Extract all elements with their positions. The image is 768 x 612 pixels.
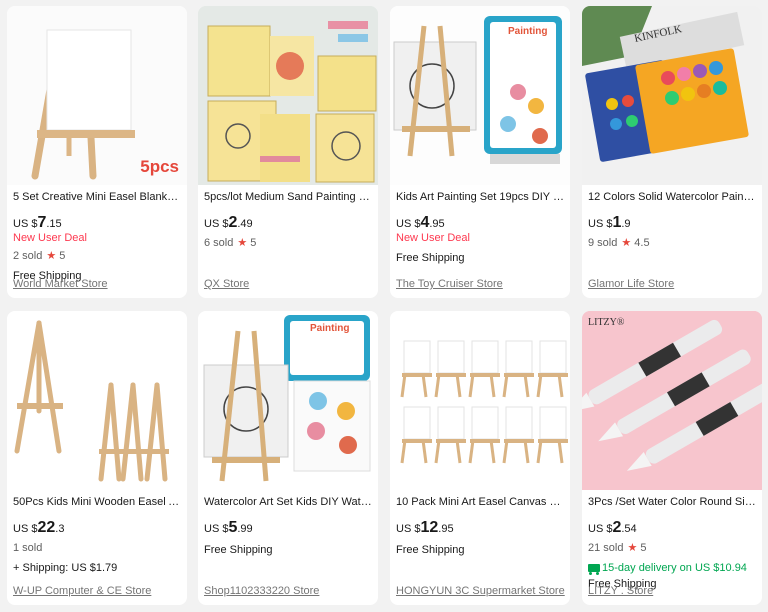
product-title[interactable]: 12 Colors Solid Watercolor Paints ... <box>588 191 756 204</box>
mini-easel <box>468 340 500 398</box>
mini-easel <box>468 406 500 464</box>
product-image[interactable]: Painting <box>198 311 378 490</box>
product-title[interactable]: Watercolor Art Set Kids DIY Waterc... <box>204 496 372 509</box>
sales-count: 1 sold <box>13 542 43 554</box>
shipping-info: Free Shipping <box>396 544 465 556</box>
star-icon: ★ <box>621 237 632 249</box>
store-link[interactable]: LITZY . Store <box>588 585 653 597</box>
product-image[interactable]: LITZY® <box>582 311 762 490</box>
product-image[interactable]: Painting <box>390 6 570 185</box>
shipping-info: Free Shipping <box>204 544 273 556</box>
sales-rating: 6 sold ★ 5 <box>204 237 257 249</box>
product-card[interactable]: KINFOLK 12 Colors Solid Watercolor Paint… <box>582 6 762 298</box>
product-image[interactable] <box>198 6 378 185</box>
product-card[interactable]: 5pcs 5 Set Creative Mini Easel Blank Ca.… <box>7 6 187 298</box>
sales-rating: 21 sold ★ 5 <box>588 542 647 554</box>
product-image[interactable] <box>7 311 187 490</box>
product-title[interactable]: 5pcs/lot Medium Sand Painting Ea... <box>204 191 372 204</box>
product-title[interactable]: 10 Pack Mini Art Easel Canvas Set ... <box>396 496 564 509</box>
product-grid: 5pcs 5 Set Creative Mini Easel Blank Ca.… <box>0 0 768 612</box>
mini-easel <box>400 406 432 464</box>
mini-easel <box>400 340 432 398</box>
sales-rating: 2 sold ★ 5 <box>13 250 66 262</box>
store-link[interactable]: QX Store <box>204 278 249 290</box>
store-link[interactable]: W-UP Computer & CE Store <box>13 585 151 597</box>
product-image[interactable] <box>390 311 570 490</box>
mini-easel <box>434 340 466 398</box>
product-title[interactable]: 5 Set Creative Mini Easel Blank Ca... <box>13 191 181 204</box>
mini-easel <box>502 340 534 398</box>
mini-easel <box>536 406 568 464</box>
product-image[interactable]: 5pcs <box>7 6 187 185</box>
shipping-info: + Shipping: US $1.79 <box>13 562 118 574</box>
star-icon: ★ <box>627 542 638 554</box>
truck-icon <box>588 564 600 575</box>
image-badge: 5pcs <box>140 157 179 176</box>
product-price: US $5.99 <box>204 519 253 536</box>
store-link[interactable]: Glamor Life Store <box>588 278 674 290</box>
star-icon: ★ <box>46 250 57 262</box>
product-price: US $2.49 <box>204 214 253 231</box>
store-link[interactable]: The Toy Cruiser Store <box>396 278 503 290</box>
product-card[interactable]: LITZY® 3Pcs /Set Water Color Round Size … <box>582 311 762 605</box>
product-card[interactable]: Painting Watercolor Art Set Kids DIY Wat… <box>198 311 378 605</box>
sales-rating: 9 sold ★ 4.5 <box>588 237 650 249</box>
image-label: Painting <box>310 323 350 334</box>
product-price: US $12.95 <box>396 519 454 536</box>
product-card[interactable]: 5pcs/lot Medium Sand Painting Ea... US $… <box>198 6 378 298</box>
product-price: US $2.54 <box>588 519 637 536</box>
product-image[interactable]: KINFOLK <box>582 6 762 185</box>
product-title[interactable]: 3Pcs /Set Water Color Round Size ... <box>588 496 756 509</box>
product-price: US $7.15 <box>13 214 62 231</box>
mini-easel <box>434 406 466 464</box>
shipping-info: Free Shipping <box>396 252 465 264</box>
mini-easel <box>536 340 568 398</box>
product-card[interactable]: Painting Kids Art Painting Set 19pcs DIY… <box>390 6 570 298</box>
product-price: US $22.3 <box>13 519 65 536</box>
product-price: US $4.95 <box>396 214 445 231</box>
product-title[interactable]: Kids Art Painting Set 19pcs DIY Wa... <box>396 191 564 204</box>
new-user-deal-badge: New User Deal <box>13 232 87 244</box>
brand-logo: LITZY® <box>588 317 625 328</box>
product-card[interactable]: 10 Pack Mini Art Easel Canvas Set ... US… <box>390 311 570 605</box>
product-title[interactable]: 50Pcs Kids Mini Wooden Easel Art ... <box>13 496 181 509</box>
product-price: US $1.9 <box>588 214 631 231</box>
new-user-deal-badge: New User Deal <box>396 232 470 244</box>
image-label: Painting <box>508 26 548 37</box>
product-card[interactable]: 50Pcs Kids Mini Wooden Easel Art ... US … <box>7 311 187 605</box>
mini-easel <box>502 406 534 464</box>
star-icon: ★ <box>237 237 248 249</box>
store-link[interactable]: World Market Store <box>13 278 108 290</box>
store-link[interactable]: Shop1102333220 Store <box>204 585 319 597</box>
store-link[interactable]: HONGYUN 3C Supermarket Store <box>396 585 565 597</box>
delivery-info: 15-day delivery on US $10.94 <box>588 561 756 575</box>
